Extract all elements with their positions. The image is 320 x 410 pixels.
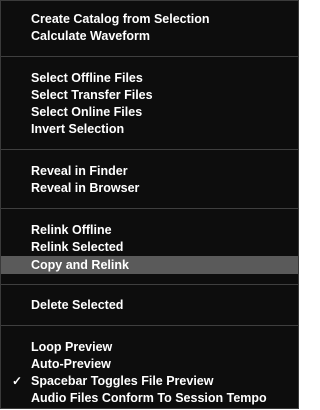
menu-item-select-online[interactable]: Select Online Files — [1, 104, 298, 120]
menu-item-select-offline[interactable]: Select Offline Files — [1, 70, 298, 86]
context-menu: Create Catalog from Selection Calculate … — [0, 0, 299, 409]
menu-separator — [1, 208, 298, 209]
menu-item-audio-conform[interactable]: Audio Files Conform To Session Tempo — [1, 390, 298, 406]
menu-item-reveal-finder[interactable]: Reveal in Finder — [1, 163, 298, 179]
menu-separator — [1, 325, 298, 326]
menu-separator — [1, 284, 298, 285]
menu-item-auto-preview[interactable]: Auto-Preview — [1, 356, 298, 372]
menu-separator — [1, 56, 298, 57]
menu-item-delete-selected[interactable]: Delete Selected — [1, 297, 298, 313]
menu-separator — [1, 149, 298, 150]
menu-item-relink-offline[interactable]: Relink Offline — [1, 222, 298, 238]
menu-item-create-catalog[interactable]: Create Catalog from Selection — [1, 11, 298, 27]
menu-item-relink-selected[interactable]: Relink Selected — [1, 239, 298, 255]
menu-item-spacebar-toggles[interactable]: ✓ Spacebar Toggles File Preview — [1, 373, 298, 389]
menu-item-copy-and-relink[interactable]: Copy and Relink — [1, 256, 298, 274]
menu-item-label: Spacebar Toggles File Preview — [31, 374, 214, 388]
menu-item-select-transfer[interactable]: Select Transfer Files — [1, 87, 298, 103]
menu-item-loop-preview[interactable]: Loop Preview — [1, 339, 298, 355]
menu-item-reveal-browser[interactable]: Reveal in Browser — [1, 180, 298, 196]
menu-item-invert-selection[interactable]: Invert Selection — [1, 121, 298, 137]
menu-item-calculate-waveform[interactable]: Calculate Waveform — [1, 28, 298, 44]
checkmark-icon: ✓ — [12, 374, 23, 388]
